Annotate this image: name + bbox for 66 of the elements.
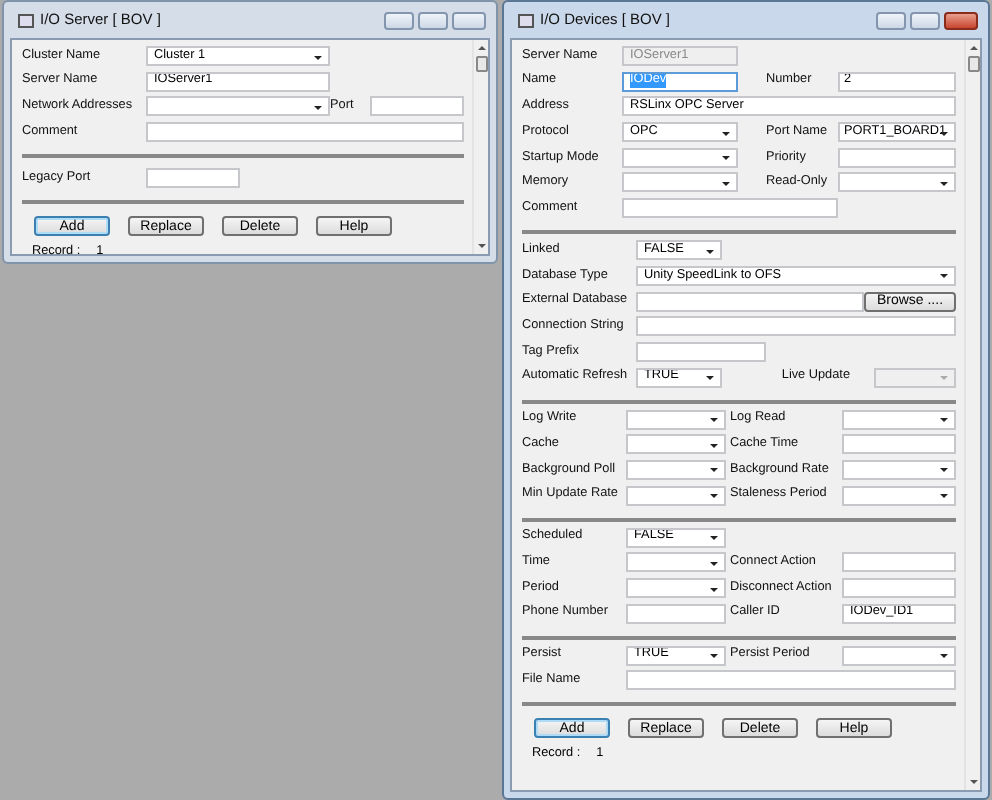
text-field[interactable] — [636, 341, 766, 362]
maximize-button[interactable] — [910, 11, 940, 29]
dropdown-field[interactable] — [626, 459, 726, 480]
dropdown-field[interactable] — [842, 485, 956, 506]
dropdown-field[interactable] — [842, 645, 956, 666]
dropdown-field[interactable] — [622, 172, 738, 193]
caret-icon — [710, 418, 718, 423]
window-icon — [18, 13, 34, 27]
text-field[interactable] — [626, 670, 956, 691]
dropdown-field[interactable] — [622, 147, 738, 168]
caret-icon — [710, 494, 718, 499]
text-field[interactable] — [842, 552, 956, 573]
caret-icon — [706, 376, 714, 381]
text-field[interactable] — [146, 122, 464, 143]
text-field[interactable] — [370, 96, 464, 117]
caret-icon — [940, 654, 948, 659]
dropdown-field[interactable] — [626, 552, 726, 573]
scroll-thumb[interactable] — [967, 56, 979, 72]
text-field[interactable] — [636, 316, 956, 337]
down-arrow-icon[interactable] — [969, 780, 977, 784]
caret-icon — [710, 536, 718, 541]
caret-icon — [314, 105, 322, 110]
dropdown-field[interactable] — [146, 96, 330, 117]
dropdown-field[interactable] — [626, 485, 726, 506]
caret-icon — [940, 274, 948, 279]
dropdown-field[interactable] — [626, 409, 726, 430]
vertical-scrollbar[interactable] — [472, 40, 488, 254]
caret-icon — [940, 376, 948, 381]
dropdown-field[interactable] — [842, 409, 956, 430]
text-field[interactable] — [842, 434, 956, 455]
caret-icon — [722, 131, 730, 136]
scroll-thumb[interactable] — [475, 56, 487, 72]
caret-icon — [940, 181, 948, 186]
dropdown-field[interactable] — [626, 578, 726, 598]
minimize-button[interactable] — [384, 11, 414, 29]
caret-icon — [710, 468, 718, 473]
text-field[interactable] — [622, 198, 838, 219]
text-field[interactable] — [626, 603, 726, 624]
caret-icon — [710, 443, 718, 448]
caret-icon — [940, 418, 948, 423]
caret-icon — [710, 654, 718, 659]
close-button[interactable] — [944, 11, 978, 29]
dropdown-field[interactable] — [626, 434, 726, 455]
caret-icon — [722, 181, 730, 186]
minimize-button[interactable] — [876, 11, 906, 29]
caret-icon — [940, 468, 948, 473]
caret-icon — [710, 561, 718, 566]
maximize-button[interactable] — [418, 11, 448, 29]
text-field[interactable] — [146, 168, 240, 189]
text-field[interactable] — [842, 578, 956, 598]
caret-icon — [940, 131, 948, 136]
caret-icon — [710, 587, 718, 591]
caret-icon — [940, 494, 948, 499]
caret-icon — [706, 249, 714, 254]
close-button[interactable] — [452, 11, 486, 29]
down-arrow-icon[interactable] — [477, 244, 485, 248]
text-field[interactable] — [636, 291, 864, 311]
dropdown-field[interactable] — [842, 459, 956, 480]
window-icon — [518, 13, 534, 27]
text-field[interactable] — [838, 147, 956, 168]
up-arrow-icon[interactable] — [969, 46, 977, 50]
dropdown-field[interactable] — [838, 172, 956, 193]
vertical-scrollbar[interactable] — [964, 40, 980, 790]
caret-icon — [314, 55, 322, 59]
up-arrow-icon[interactable] — [477, 46, 485, 50]
caret-icon — [722, 156, 730, 161]
